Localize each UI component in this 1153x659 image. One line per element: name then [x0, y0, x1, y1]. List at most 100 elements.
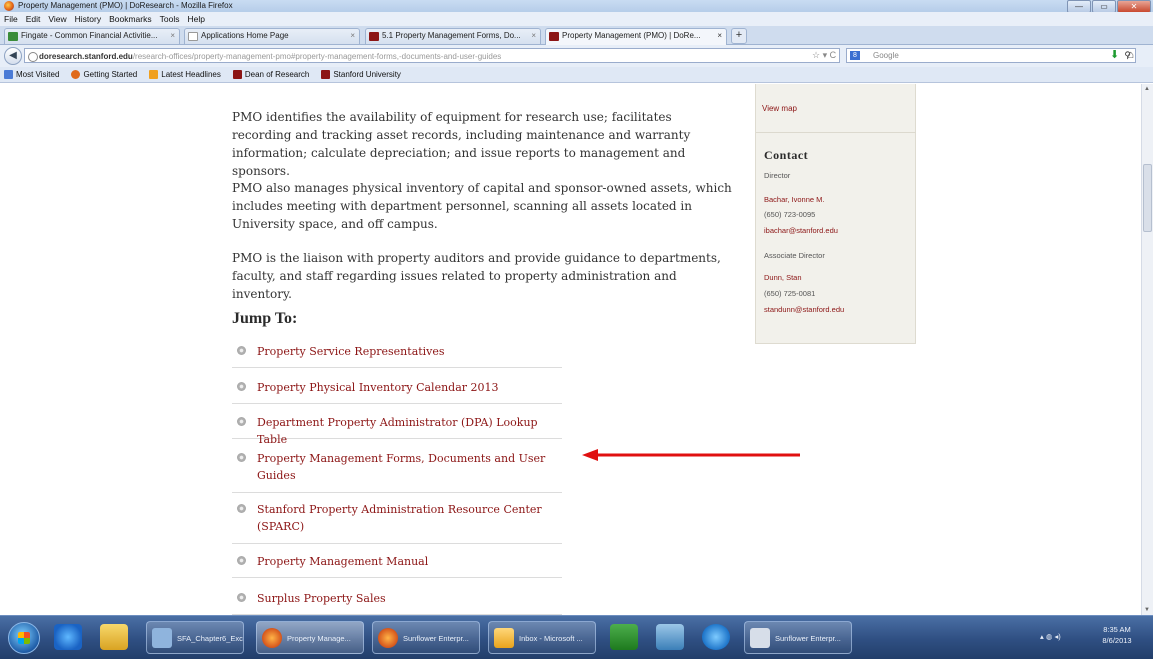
- download-icon[interactable]: ⬇: [1110, 48, 1119, 63]
- back-button[interactable]: ◀: [4, 47, 22, 65]
- bookmark-dean-of-research[interactable]: Dean of Research: [232, 67, 310, 82]
- link-inventory-calendar[interactable]: Property Physical Inventory Calendar 201…: [257, 379, 547, 396]
- link-forms-documents-user-guides[interactable]: Property Management Forms, Documents and…: [257, 450, 547, 484]
- link-property-management-manual[interactable]: Property Management Manual: [257, 553, 547, 570]
- close-tab-icon[interactable]: ×: [350, 29, 355, 43]
- bookmark-icon: [4, 70, 13, 79]
- firefox-icon: [4, 1, 14, 11]
- bookmark-getting-started[interactable]: Getting Started: [71, 67, 137, 82]
- taskbar-inbox-outlook[interactable]: Inbox - Microsoft ...: [488, 621, 596, 654]
- scroll-up-icon[interactable]: ▲: [1144, 86, 1150, 92]
- jump-link-item: Property Management Forms, Documents and…: [232, 450, 562, 493]
- link-property-service-representatives[interactable]: Property Service Representatives: [257, 343, 547, 360]
- bullet-icon: [237, 504, 246, 513]
- bookmark-label: Latest Headlines: [161, 69, 221, 79]
- internet-explorer-icon[interactable]: [54, 624, 82, 650]
- close-tab-icon[interactable]: ×: [531, 29, 536, 43]
- bookmark-most-visited[interactable]: Most Visited: [4, 67, 59, 82]
- app-icon[interactable]: [656, 624, 684, 650]
- scrollbar-thumb[interactable]: [1143, 164, 1152, 232]
- taskbar-sunflower-2[interactable]: Sunflower Enterpr...: [744, 621, 852, 654]
- outlook-icon: [494, 628, 514, 648]
- bookmark-latest-headlines[interactable]: Latest Headlines: [149, 67, 221, 82]
- bookmark-label: Stanford University: [333, 69, 401, 79]
- director-email-link[interactable]: ibachar@stanford.edu: [764, 226, 838, 235]
- nav-icons: ⬇ ⌂: [1110, 48, 1134, 63]
- vertical-scrollbar[interactable]: ▲ ▼: [1141, 84, 1153, 615]
- url-bar[interactable]: doresearch.stanford.edu/research-offices…: [24, 48, 840, 63]
- bullet-icon: [237, 346, 246, 355]
- director-name-link[interactable]: Bachar, Ivonne M.: [764, 195, 824, 204]
- director-phone: (650) 723-0095: [764, 210, 816, 219]
- annotation-arrow: [582, 449, 800, 461]
- sidebar-divider: [756, 132, 916, 133]
- menu-history[interactable]: History: [75, 12, 101, 26]
- menu-view[interactable]: View: [48, 12, 66, 26]
- taskbar-label: SFA_Chapter6_Exc...: [177, 634, 244, 643]
- close-tab-icon[interactable]: ×: [170, 29, 175, 43]
- stanford-favicon: [549, 32, 559, 41]
- window-titlebar: Property Management (PMO) | DoResearch -…: [0, 0, 1153, 13]
- arrow-head: [582, 449, 598, 461]
- tab-label: 5.1 Property Management Forms, Do...: [382, 31, 521, 40]
- firefox-icon: [71, 70, 81, 79]
- taskbar-label: Sunflower Enterpr...: [403, 634, 469, 643]
- associate-director-email-link[interactable]: standunn@stanford.edu: [764, 305, 844, 314]
- google-icon[interactable]: 8: [850, 51, 860, 60]
- taskbar-sunflower-1[interactable]: Sunflower Enterpr...: [372, 621, 480, 654]
- tab-label: Fingate - Common Financial Activitie...: [21, 31, 158, 40]
- home-icon[interactable]: ⌂: [1127, 48, 1134, 63]
- excel-icon[interactable]: [610, 624, 638, 650]
- bullet-icon: [237, 382, 246, 391]
- scroll-down-icon[interactable]: ▼: [1144, 607, 1150, 613]
- new-tab-button[interactable]: +: [731, 28, 747, 44]
- menu-edit[interactable]: Edit: [26, 12, 41, 26]
- system-tray[interactable]: ▴ ◍ ◂): [1040, 624, 1061, 650]
- jump-link-item: Property Physical Inventory Calendar 201…: [232, 379, 562, 404]
- bookmark-label: Most Visited: [16, 69, 60, 79]
- search-input[interactable]: 8 Google ⚲: [846, 48, 1136, 63]
- associate-director-phone: (650) 725-0081: [764, 289, 816, 298]
- menu-bookmarks[interactable]: Bookmarks: [109, 12, 152, 26]
- taskbar-label: Inbox - Microsoft ...: [519, 634, 583, 643]
- windows-taskbar: SFA_Chapter6_Exc... Property Manage... S…: [0, 615, 1153, 659]
- url-controls[interactable]: ☆ ▾ C: [812, 48, 836, 63]
- firefox-icon: [378, 628, 398, 648]
- fingate-favicon: [8, 32, 18, 41]
- tab-label: Applications Home Page: [201, 31, 289, 40]
- file-explorer-icon[interactable]: [100, 624, 128, 650]
- link-dpa-lookup-table[interactable]: Department Property Administrator (DPA) …: [257, 414, 547, 448]
- link-sparc[interactable]: Stanford Property Administration Resourc…: [257, 501, 547, 535]
- bookmarks-toolbar: Most Visited Getting Started Latest Head…: [0, 67, 1153, 83]
- associate-director-label: Associate Director: [764, 251, 825, 260]
- menu-tools[interactable]: Tools: [160, 12, 180, 26]
- start-button[interactable]: [8, 622, 40, 654]
- bookmark-label: Getting Started: [83, 69, 138, 79]
- bullet-icon: [237, 417, 246, 426]
- tab-property-management[interactable]: Property Management (PMO) | DoRe... ×: [545, 28, 727, 45]
- associate-director-name-link[interactable]: Dunn, Stan: [764, 273, 802, 282]
- jump-to-heading: Jump To:: [232, 310, 298, 327]
- network-app-icon[interactable]: [702, 624, 730, 650]
- intro-paragraph-1: PMO identifies the availability of equip…: [232, 110, 691, 178]
- tab-fingate[interactable]: Fingate - Common Financial Activitie... …: [4, 28, 180, 44]
- bookmark-label: Dean of Research: [244, 69, 310, 79]
- bullet-icon: [237, 453, 246, 462]
- taskbar-clock[interactable]: 8:35 AM 8/6/2013: [1097, 624, 1137, 646]
- tab-property-forms[interactable]: 5.1 Property Management Forms, Do... ×: [365, 28, 541, 44]
- menu-help[interactable]: Help: [187, 12, 204, 26]
- taskbar-property-management[interactable]: Property Manage...: [256, 621, 364, 654]
- bookmark-stanford-university[interactable]: Stanford University: [321, 67, 401, 82]
- close-tab-icon[interactable]: ×: [717, 29, 722, 43]
- menu-bar: File Edit View History Bookmarks Tools H…: [0, 12, 1153, 26]
- bullet-icon: [237, 556, 246, 565]
- url-path: /research-offices/property-management-pm…: [132, 52, 502, 61]
- menu-file[interactable]: File: [4, 12, 18, 26]
- taskbar-sfa-chapter6[interactable]: SFA_Chapter6_Exc...: [146, 621, 244, 654]
- link-surplus-property-sales[interactable]: Surplus Property Sales: [257, 590, 547, 607]
- window-title: Property Management (PMO) | DoResearch -…: [18, 1, 233, 10]
- contact-sidebar: View map Contact Director Bachar, Ivonne…: [755, 84, 916, 344]
- tab-applications-home[interactable]: Applications Home Page ×: [184, 28, 360, 44]
- view-map-link[interactable]: View map: [762, 104, 797, 113]
- clock-time: 8:35 AM: [1103, 625, 1131, 634]
